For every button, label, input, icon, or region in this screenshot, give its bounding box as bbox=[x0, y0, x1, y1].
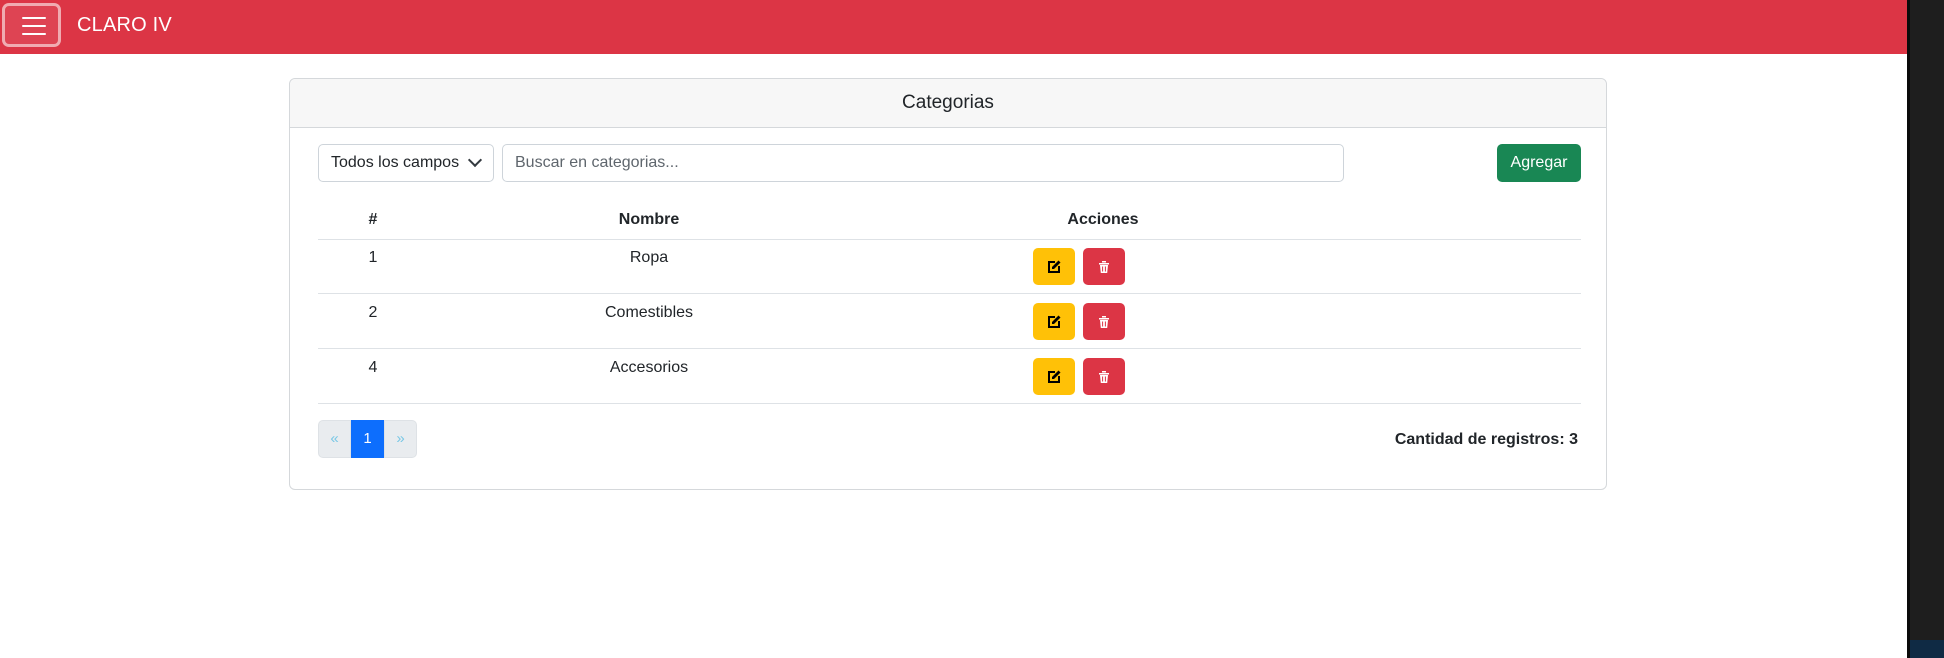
column-header-actions: Acciones bbox=[1067, 211, 1139, 228]
delete-button[interactable] bbox=[1083, 358, 1125, 395]
window-divider bbox=[1907, 0, 1910, 658]
delete-button[interactable] bbox=[1083, 303, 1125, 340]
field-filter-select[interactable]: Todos los campos bbox=[318, 144, 494, 182]
row-name: Accesorios bbox=[609, 359, 689, 376]
card-title: Categorias bbox=[290, 79, 1606, 128]
column-header-id: # bbox=[368, 211, 378, 228]
search-input[interactable] bbox=[502, 144, 1344, 182]
edit-button[interactable] bbox=[1033, 303, 1075, 340]
pagination-prev[interactable]: « bbox=[318, 420, 351, 458]
edit-icon bbox=[1048, 260, 1061, 273]
column-header-name: Nombre bbox=[618, 211, 680, 228]
row-id: 2 bbox=[368, 304, 378, 321]
adjacent-window-edge bbox=[1907, 0, 1944, 658]
delete-button[interactable] bbox=[1083, 248, 1125, 285]
table-row: 1 Ropa bbox=[318, 239, 1581, 294]
row-id: 1 bbox=[368, 249, 378, 266]
navbar: CLARO IV bbox=[0, 0, 1907, 54]
menu-toggle-button[interactable] bbox=[2, 3, 61, 47]
table-row: 2 Comestibles bbox=[318, 294, 1581, 349]
table-row: 4 Accesorios bbox=[318, 349, 1581, 404]
brand-title[interactable]: CLARO IV bbox=[77, 14, 172, 37]
trash-icon bbox=[1099, 261, 1109, 273]
adjacent-window-corner bbox=[1910, 640, 1944, 658]
hamburger-icon-bar bbox=[22, 25, 46, 27]
edit-icon bbox=[1048, 370, 1061, 383]
categories-card: Categorias Todos los campos Agregar # No… bbox=[289, 78, 1607, 490]
hamburger-icon bbox=[22, 17, 46, 19]
row-id: 4 bbox=[368, 359, 378, 376]
edit-button[interactable] bbox=[1033, 248, 1075, 285]
trash-icon bbox=[1099, 316, 1109, 328]
edit-button[interactable] bbox=[1033, 358, 1075, 395]
row-name: Ropa bbox=[629, 249, 669, 266]
trash-icon bbox=[1099, 371, 1109, 383]
add-button[interactable]: Agregar bbox=[1497, 144, 1581, 182]
record-count: Cantidad de registros: 3 bbox=[1394, 431, 1578, 448]
pagination-page-1[interactable]: 1 bbox=[351, 420, 384, 458]
row-name: Comestibles bbox=[604, 304, 694, 321]
field-filter-value: Todos los campos bbox=[331, 154, 460, 171]
table-header: # Nombre Acciones bbox=[318, 201, 1581, 240]
edit-icon bbox=[1048, 315, 1061, 328]
hamburger-icon-bar bbox=[22, 33, 46, 35]
chevron-down-icon bbox=[467, 152, 483, 168]
pagination-next[interactable]: » bbox=[384, 420, 417, 458]
app-window: CLARO IV Categorias Todos los campos Agr… bbox=[0, 0, 1907, 658]
pagination: « 1 » bbox=[318, 420, 417, 458]
